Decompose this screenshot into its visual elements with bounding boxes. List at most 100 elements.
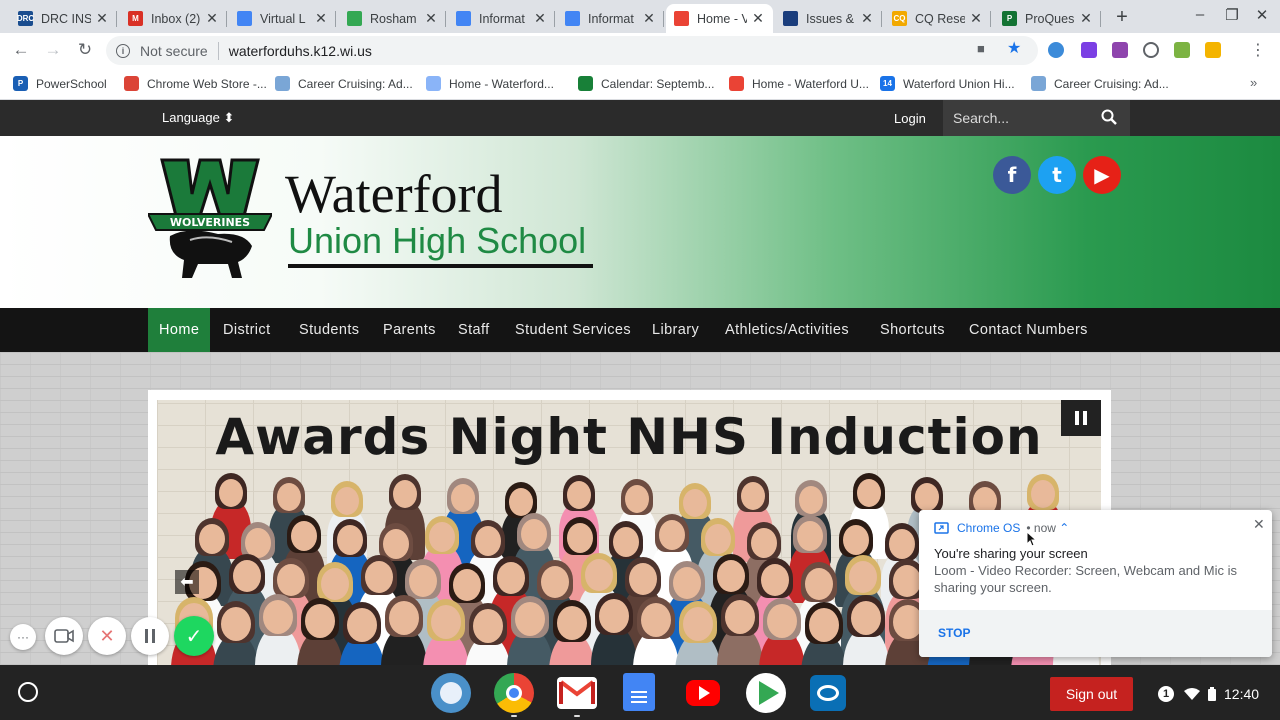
previous-slide-arrow-icon[interactable]: ⬅	[175, 570, 199, 594]
url-text[interactable]: waterforduhs.k12.wi.us	[229, 43, 372, 59]
clock: 12:40	[1224, 686, 1260, 702]
browser-tab[interactable]: M Inbox (2) ✕	[120, 4, 227, 33]
bookmark-favicon-icon	[124, 76, 139, 91]
tab-favicon-icon	[237, 11, 252, 26]
close-tab-icon[interactable]: ✕	[205, 10, 219, 27]
browser-tab[interactable]: Informat ✕	[557, 4, 664, 33]
nav-item-contact-numbers[interactable]: Contact Numbers	[969, 308, 1088, 352]
sign-out-button[interactable]: Sign out	[1050, 677, 1133, 711]
new-tab-button[interactable]: +	[1113, 6, 1131, 29]
play-store-icon[interactable]	[746, 673, 786, 713]
maximize-icon[interactable]: ❐	[1222, 6, 1242, 24]
nav-item-student-services[interactable]: Student Services	[515, 308, 631, 352]
webex-icon[interactable]	[810, 675, 846, 711]
reload-icon[interactable]: ↻	[74, 40, 96, 60]
forward-icon[interactable]: →	[42, 40, 64, 60]
nav-item-students[interactable]: Students	[299, 308, 359, 352]
wolverines-logo[interactable]: WOLVERINES	[148, 154, 272, 282]
extension-stack-icon[interactable]	[1205, 42, 1221, 58]
search-icon[interactable]	[1101, 109, 1117, 125]
bookmark-label: Home - Waterford...	[449, 76, 554, 91]
gmail-envelope-icon	[559, 680, 595, 704]
pause-button[interactable]	[1061, 400, 1101, 436]
minimize-icon[interactable]: –	[1190, 6, 1210, 23]
nav-item-staff[interactable]: Staff	[458, 308, 490, 352]
search-input[interactable]	[953, 108, 1093, 128]
close-tab-icon[interactable]: ✕	[533, 10, 547, 27]
bookmark-item[interactable]: P PowerSchool	[13, 76, 107, 91]
extension-pdf-icon[interactable]	[1112, 42, 1128, 58]
stop-sharing-button[interactable]: STOP	[938, 626, 970, 640]
facebook-icon[interactable]: f	[993, 156, 1031, 194]
close-tab-icon[interactable]: ✕	[860, 10, 874, 27]
crowd-face	[767, 604, 797, 638]
nav-item-athletics-activities[interactable]: Athletics/Activities	[725, 308, 849, 352]
bookmark-item[interactable]: Calendar: Septemb...	[578, 76, 714, 91]
loom-more-button[interactable]: ···	[10, 624, 36, 650]
browser-tab[interactable]: Issues & ✕	[775, 4, 882, 33]
youtube-app-icon[interactable]	[686, 680, 720, 706]
notification-body: Loom - Video Recorder: Screen, Webcam an…	[934, 563, 1237, 595]
school-name-line2: Union High School	[288, 220, 587, 261]
bookmarks-overflow-icon[interactable]: »	[1250, 75, 1257, 90]
login-link[interactable]: Login	[894, 111, 926, 126]
loom-finish-button[interactable]: ✓	[174, 616, 214, 656]
bookmark-item[interactable]: Chrome Web Store -...	[124, 76, 267, 91]
youtube-icon[interactable]: ▶	[1083, 156, 1121, 194]
browser-tab[interactable]: Rosham ✕	[339, 4, 446, 33]
close-tab-icon[interactable]: ✕	[642, 10, 656, 27]
tab-title: Informat	[479, 11, 525, 26]
close-tab-icon[interactable]: ✕	[751, 10, 765, 27]
close-tab-icon[interactable]: ✕	[314, 10, 328, 27]
browser-tab[interactable]: CQ CQ Rese ✕	[884, 4, 991, 33]
close-tab-icon[interactable]: ✕	[969, 10, 983, 27]
address-bar[interactable]: i Not secure waterforduhs.k12.wi.us	[106, 36, 1038, 65]
language-selector[interactable]: Language ⬍	[162, 110, 234, 126]
bookmark-item[interactable]: Home - Waterford...	[426, 76, 554, 91]
extension-loom-icon[interactable]	[1143, 42, 1159, 58]
browser-tab[interactable]: DRC DRC INSI ✕	[10, 4, 117, 33]
loom-pause-button[interactable]	[131, 617, 169, 655]
mouse-cursor-icon	[1026, 531, 1038, 547]
bookmark-favicon-icon	[1031, 76, 1046, 91]
loom-camera-button[interactable]	[45, 617, 83, 655]
loom-cancel-button[interactable]: ✕	[88, 617, 126, 655]
close-tab-icon[interactable]: ✕	[424, 10, 438, 27]
gmail-icon[interactable]	[557, 677, 597, 709]
camera-icon[interactable]: ■	[977, 41, 985, 56]
bookmark-item[interactable]: 14 Waterford Union Hi...	[880, 76, 1015, 91]
close-tab-icon[interactable]: ✕	[1079, 10, 1093, 27]
close-tab-icon[interactable]: ✕	[95, 10, 109, 27]
browser-tab[interactable]: Virtual L ✕	[229, 4, 336, 33]
launcher-icon[interactable]	[18, 682, 38, 702]
bookmark-item[interactable]: Home - Waterford U...	[729, 76, 869, 91]
nav-item-shortcuts[interactable]: Shortcuts	[880, 308, 945, 352]
chrome-icon[interactable]	[494, 673, 534, 713]
back-icon[interactable]: ←	[10, 40, 32, 60]
nav-item-district[interactable]: District	[223, 308, 271, 352]
youtube-glyph: ▶	[1094, 163, 1110, 187]
nav-item-home[interactable]: Home	[148, 308, 211, 352]
browser-menu-icon[interactable]: ⋮	[1250, 40, 1266, 60]
nav-item-library[interactable]: Library	[652, 308, 699, 352]
close-icon[interactable]: ✕	[1253, 516, 1265, 533]
info-icon[interactable]: i	[116, 43, 130, 58]
screen-share-icon	[934, 522, 949, 534]
nav-item-parents[interactable]: Parents	[383, 308, 436, 352]
browser-tab[interactable]: Home - V ✕	[666, 4, 773, 33]
extension-edge-icon[interactable]	[1048, 42, 1064, 58]
crowd-face	[521, 519, 547, 549]
chevron-up-icon[interactable]: ⌃	[1059, 521, 1069, 535]
extension-video-icon[interactable]	[1081, 42, 1097, 58]
bookmark-star-icon[interactable]: ★	[1007, 38, 1021, 58]
system-tray[interactable]: 1 12:40	[1150, 677, 1266, 711]
browser-tab[interactable]: P ProQues ✕	[994, 4, 1101, 33]
bookmark-item[interactable]: Career Cruising: Ad...	[1031, 76, 1169, 91]
browser-tab[interactable]: Informat ✕	[448, 4, 555, 33]
google-docs-icon[interactable]	[623, 673, 655, 711]
bookmark-item[interactable]: Career Cruising: Ad...	[275, 76, 413, 91]
twitter-icon[interactable]: t	[1038, 156, 1076, 194]
extension-read-icon[interactable]	[1174, 42, 1190, 58]
app-astronaut-icon[interactable]	[431, 673, 471, 713]
close-window-icon[interactable]: ✕	[1252, 6, 1272, 24]
